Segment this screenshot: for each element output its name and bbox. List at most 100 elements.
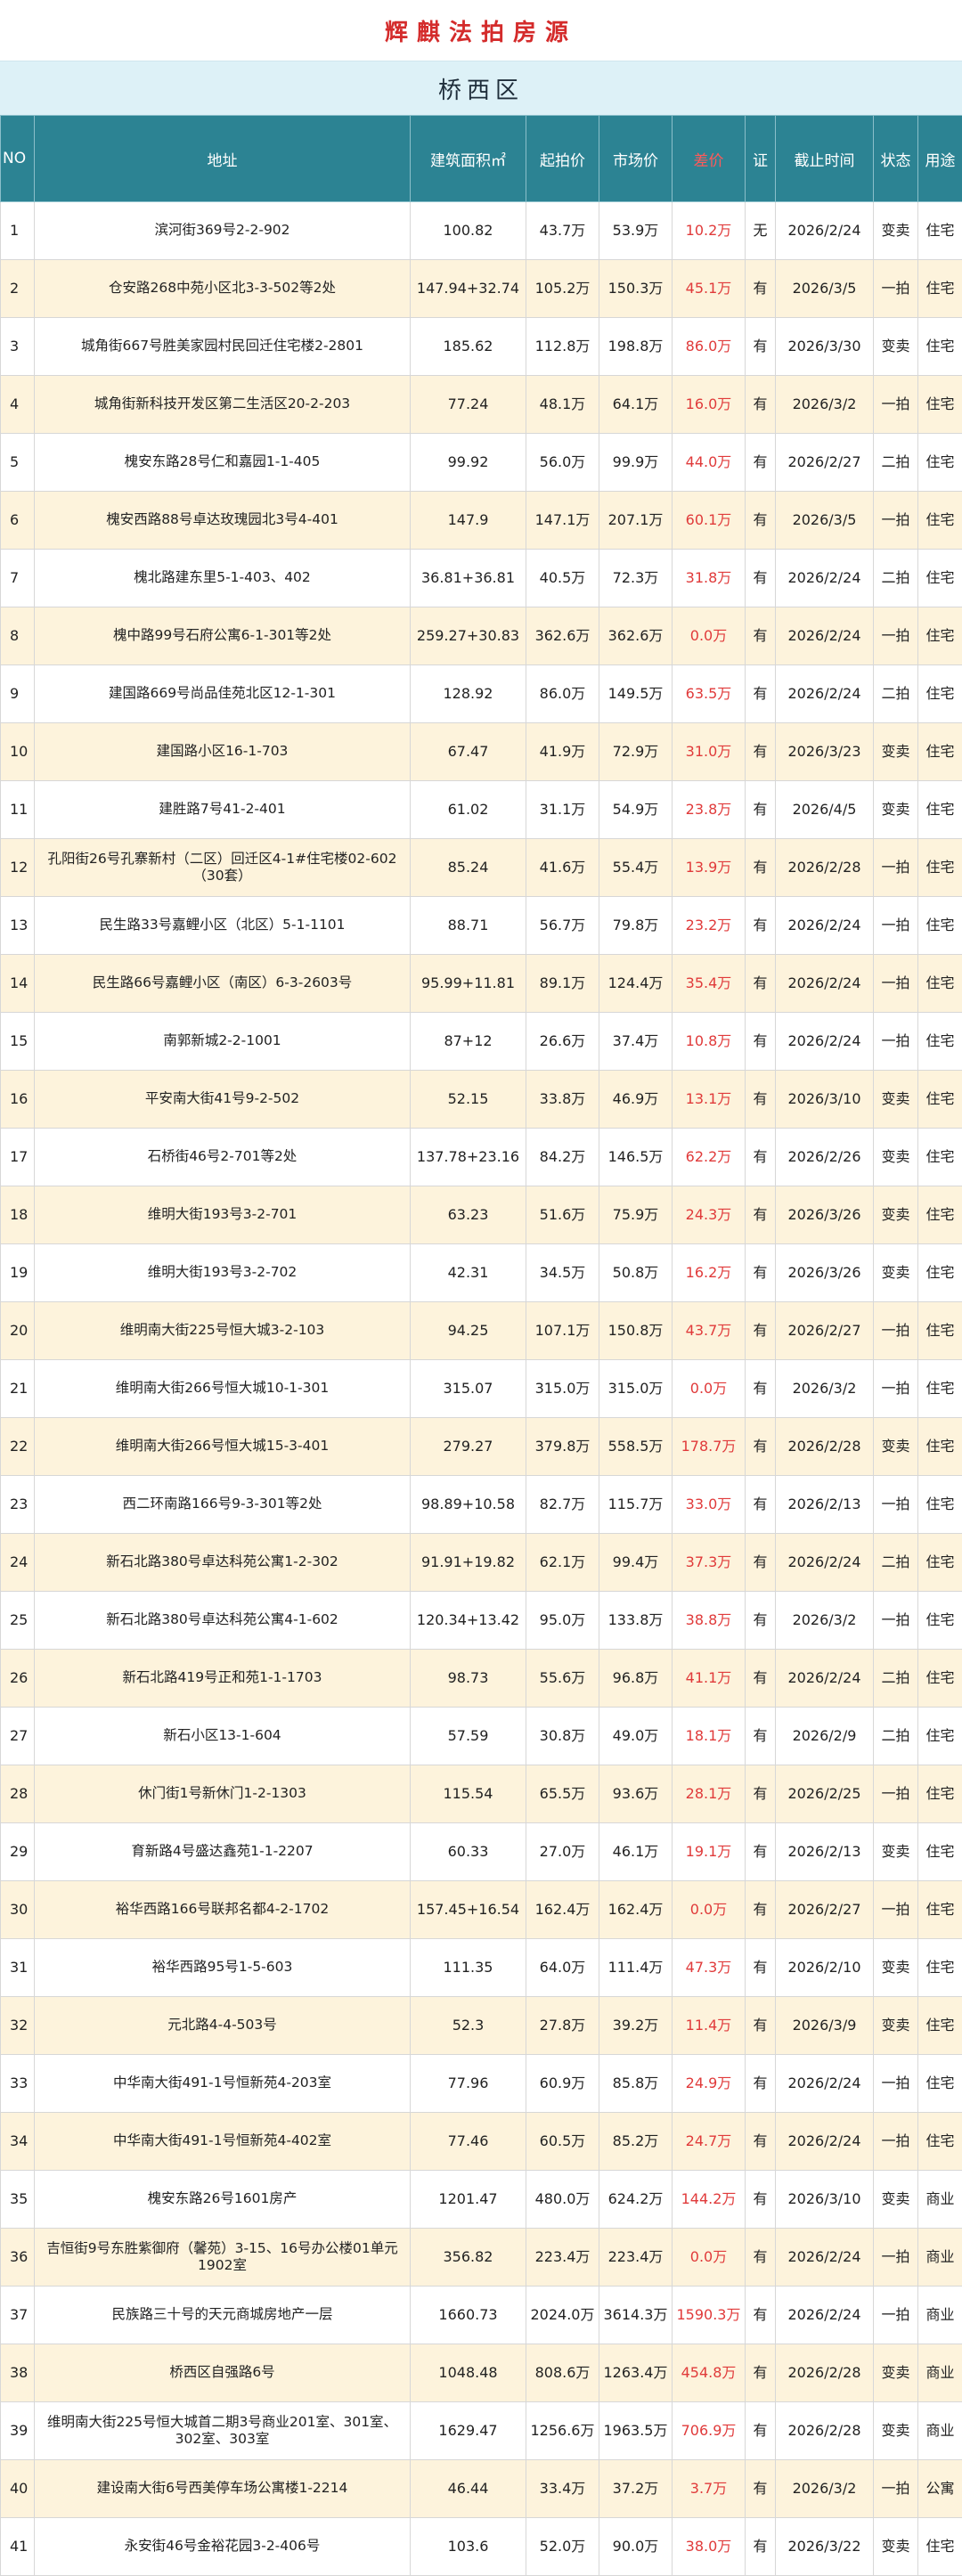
col-usage-cell: 住宅 <box>918 2518 962 2576</box>
col-usage-cell: 住宅 <box>918 318 962 376</box>
col-market-price-cell: 72.3万 <box>599 550 673 607</box>
col-deadline-cell: 2026/2/24 <box>776 2113 874 2171</box>
col-area-cell: 87+12 <box>411 1013 526 1071</box>
col-deadline-cell: 2026/2/24 <box>776 202 874 260</box>
col-address-cell: 城角街新科技开发区第二生活区20-2-203 <box>35 376 411 434</box>
col-certificate-cell: 有 <box>746 318 776 376</box>
col-status-cell: 一拍 <box>874 1013 918 1071</box>
col-start-price-cell: 56.0万 <box>526 434 599 492</box>
table-row: 31裕华西路95号1-5-603111.3564.0万111.4万47.3万有2… <box>1 1939 962 1997</box>
col-address-cell: 平安南大街41号9-2-502 <box>35 1071 411 1129</box>
col-usage-cell: 住宅 <box>918 723 962 781</box>
table-row: 1滨河街369号2-2-902100.8243.7万53.9万10.2万无202… <box>1 202 962 260</box>
table-header-row: NO地址建筑面积㎡起拍价市场价差价证截止时间状态用途 <box>1 116 962 202</box>
col-status-cell: 一拍 <box>874 1476 918 1534</box>
col-usage-cell: 住宅 <box>918 260 962 318</box>
col-area-cell: 94.25 <box>411 1302 526 1360</box>
col-market-price-cell: 79.8万 <box>599 897 673 955</box>
col-deadline-cell: 2026/2/27 <box>776 434 874 492</box>
col-deadline-cell: 2026/2/28 <box>776 839 874 897</box>
table-row: 19维明大街193号3-2-70242.3134.5万50.8万16.2万有20… <box>1 1244 962 1302</box>
col-deadline-cell: 2026/2/27 <box>776 1302 874 1360</box>
col-certificate-cell: 有 <box>746 376 776 434</box>
col-price-diff-cell: 178.7万 <box>673 1418 746 1476</box>
col-address-cell: 滨河街369号2-2-902 <box>35 202 411 260</box>
col-usage-cell: 住宅 <box>918 1129 962 1186</box>
col-usage-cell: 住宅 <box>918 2113 962 2171</box>
col-start-price-cell: 147.1万 <box>526 492 599 550</box>
col-market-price-cell: 85.8万 <box>599 2055 673 2113</box>
col-certificate-cell: 有 <box>746 434 776 492</box>
col-market-price-cell: 46.9万 <box>599 1071 673 1129</box>
col-market-price-cell: 111.4万 <box>599 1939 673 1997</box>
table-row: 36吉恒街9号东胜紫御府（馨苑）3-15、16号办公楼01单元1902室356.… <box>1 2229 962 2287</box>
col-address-cell: 维明南大街225号恒大城3-2-103 <box>35 1302 411 1360</box>
col-area-cell: 115.54 <box>411 1765 526 1823</box>
col-market-price-cell: 64.1万 <box>599 376 673 434</box>
col-area-cell: 91.91+19.82 <box>411 1534 526 1592</box>
col-area-cell: 1201.47 <box>411 2171 526 2229</box>
col-usage-cell: 住宅 <box>918 1939 962 1997</box>
col-market-price-cell: 362.6万 <box>599 607 673 665</box>
col-area-cell: 111.35 <box>411 1939 526 1997</box>
col-no-cell: 13 <box>1 897 35 955</box>
col-area-cell: 36.81+36.81 <box>411 550 526 607</box>
col-no-cell: 2 <box>1 260 35 318</box>
col-address-cell: 槐安东路26号1601房产 <box>35 2171 411 2229</box>
col-usage-cell: 住宅 <box>918 607 962 665</box>
col-market-price-cell: 223.4万 <box>599 2229 673 2287</box>
table-row: 15南郭新城2-2-100187+1226.6万37.4万10.8万有2026/… <box>1 1013 962 1071</box>
col-start-price-cell: 1256.6万 <box>526 2402 599 2460</box>
col-status-cell: 变卖 <box>874 202 918 260</box>
col-certificate-cell: 有 <box>746 2287 776 2344</box>
col-certificate-cell: 有 <box>746 2229 776 2287</box>
col-usage-cell: 住宅 <box>918 550 962 607</box>
table-row: 30裕华西路166号联邦名都4-2-1702157.45+16.54162.4万… <box>1 1881 962 1939</box>
col-deadline-cell: 2026/2/27 <box>776 1881 874 1939</box>
col-usage-cell: 住宅 <box>918 434 962 492</box>
col-usage-cell: 住宅 <box>918 1071 962 1129</box>
col-usage-cell: 公寓 <box>918 2460 962 2518</box>
col-usage-cell: 住宅 <box>918 839 962 897</box>
col-price-diff-cell: 86.0万 <box>673 318 746 376</box>
col-usage-cell: 商业 <box>918 2344 962 2402</box>
col-no-cell: 36 <box>1 2229 35 2287</box>
col-market-price-cell: 124.4万 <box>599 955 673 1013</box>
col-certificate-cell: 有 <box>746 1592 776 1650</box>
col-market-price-cell: 115.7万 <box>599 1476 673 1534</box>
col-usage-cell: 住宅 <box>918 492 962 550</box>
col-usage-cell: 住宅 <box>918 1244 962 1302</box>
col-price-diff-cell: 10.2万 <box>673 202 746 260</box>
col-address-cell: 维明大街193号3-2-702 <box>35 1244 411 1302</box>
col-deadline-cell: 2026/2/25 <box>776 1765 874 1823</box>
table-row: 41永安街46号金裕花园3-2-406号103.652.0万90.0万38.0万… <box>1 2518 962 2576</box>
col-start-price-cell: 26.6万 <box>526 1013 599 1071</box>
table-row: 4城角街新科技开发区第二生活区20-2-20377.2448.1万64.1万16… <box>1 376 962 434</box>
table-row: 35槐安东路26号1601房产1201.47480.0万624.2万144.2万… <box>1 2171 962 2229</box>
col-start-price-cell: 30.8万 <box>526 1708 599 1765</box>
col-area-cell: 77.96 <box>411 2055 526 2113</box>
col-area-header: 建筑面积㎡ <box>411 116 526 202</box>
col-status-cell: 一拍 <box>874 2113 918 2171</box>
col-certificate-cell: 有 <box>746 781 776 839</box>
col-address-cell: 新石北路380号卓达科苑公寓4-1-602 <box>35 1592 411 1650</box>
col-no-cell: 28 <box>1 1765 35 1823</box>
col-address-cell: 新石北路380号卓达科苑公寓1-2-302 <box>35 1534 411 1592</box>
col-deadline-cell: 2026/2/28 <box>776 2344 874 2402</box>
col-certificate-cell: 有 <box>746 1302 776 1360</box>
col-status-cell: 一拍 <box>874 955 918 1013</box>
col-status-cell: 变卖 <box>874 1129 918 1186</box>
col-usage-cell: 商业 <box>918 2402 962 2460</box>
col-status-cell: 变卖 <box>874 1244 918 1302</box>
col-price-diff-cell: 28.1万 <box>673 1765 746 1823</box>
col-area-cell: 1048.48 <box>411 2344 526 2402</box>
col-market-price-cell: 55.4万 <box>599 839 673 897</box>
col-start-price-cell: 43.7万 <box>526 202 599 260</box>
col-address-cell: 桥西区自强路6号 <box>35 2344 411 2402</box>
table-body: 1滨河街369号2-2-902100.8243.7万53.9万10.2万无202… <box>1 202 962 2576</box>
col-market-price-cell: 90.0万 <box>599 2518 673 2576</box>
col-market-price-cell: 146.5万 <box>599 1129 673 1186</box>
col-address-cell: 裕华西路95号1-5-603 <box>35 1939 411 1997</box>
col-no-header: NO <box>1 116 35 202</box>
col-no-cell: 11 <box>1 781 35 839</box>
